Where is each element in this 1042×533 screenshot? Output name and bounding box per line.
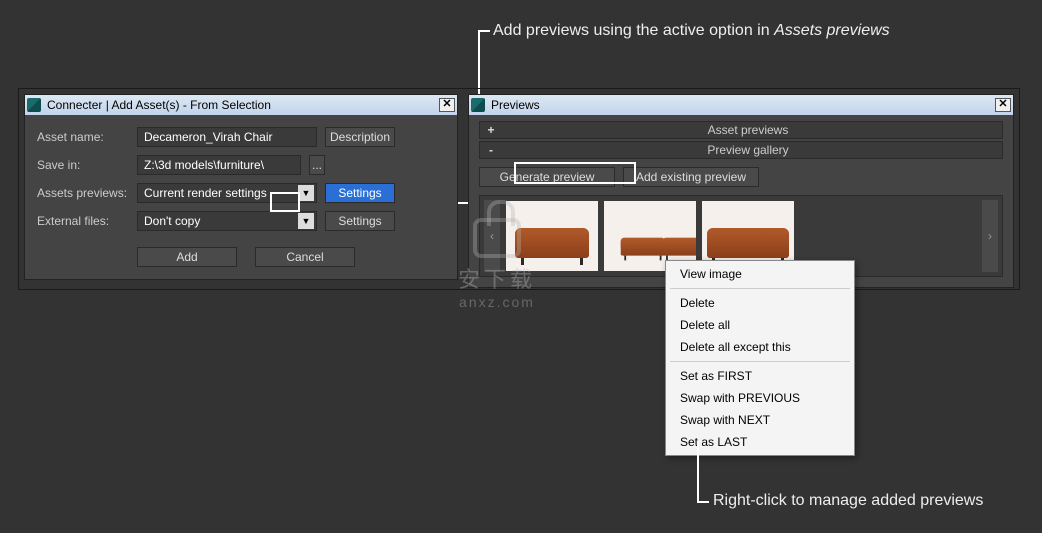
nav-left-button[interactable]: ‹ <box>484 200 500 272</box>
asset-previews-label: Asset previews <box>498 123 998 137</box>
annotation-top-text: Add previews using the active option in <box>493 22 774 39</box>
window-title-left: Connecter | Add Asset(s) - From Selectio… <box>45 98 439 112</box>
save-in-label: Save in: <box>37 158 137 172</box>
callout-line <box>697 441 699 503</box>
settings-button-blue[interactable]: Settings <box>325 183 395 203</box>
menu-view-image[interactable]: View image <box>666 263 854 285</box>
assets-previews-dropdown[interactable]: Current render settings ▼ <box>137 183 317 203</box>
window-previews: Previews ✕ + Asset previews - Preview ga… <box>468 94 1014 288</box>
annotation-top: Add previews using the active option in … <box>493 22 890 40</box>
window-add-assets: Connecter | Add Asset(s) - From Selectio… <box>24 94 458 280</box>
window-title-right: Previews <box>489 98 995 112</box>
app-icon <box>471 98 485 112</box>
menu-set-first[interactable]: Set as FIRST <box>666 365 854 387</box>
accordion-asset-previews[interactable]: + Asset previews <box>479 121 1003 139</box>
menu-delete-all[interactable]: Delete all <box>666 314 854 336</box>
menu-set-last[interactable]: Set as LAST <box>666 431 854 453</box>
annotation-bottom: Right-click to manage added previews <box>713 492 983 510</box>
annotation-top-em: Assets previews <box>774 22 890 39</box>
external-files-value: Don't copy <box>144 214 200 228</box>
preview-gallery-label: Preview gallery <box>498 143 998 157</box>
window-body-left: Asset name: Description Save in: Z:\3d m… <box>25 115 457 279</box>
save-in-value: Z:\3d models\furniture\ <box>144 158 264 172</box>
thumbnail-1[interactable] <box>506 201 598 271</box>
close-button-right[interactable]: ✕ <box>995 98 1011 112</box>
browse-button[interactable]: ... <box>309 155 325 175</box>
titlebar-left: Connecter | Add Asset(s) - From Selectio… <box>25 95 457 115</box>
titlebar-right: Previews ✕ <box>469 95 1013 115</box>
callout-line <box>478 30 490 32</box>
close-button-left[interactable]: ✕ <box>439 98 455 112</box>
context-menu: View image Delete Delete all Delete all … <box>665 260 855 456</box>
watermark-line2: anxz.com <box>458 294 536 310</box>
menu-swap-previous[interactable]: Swap with PREVIOUS <box>666 387 854 409</box>
external-files-label: External files: <box>37 214 137 228</box>
asset-name-label: Asset name: <box>37 130 137 144</box>
external-files-dropdown[interactable]: Don't copy ▼ <box>137 211 317 231</box>
menu-separator <box>670 288 850 289</box>
plus-icon: + <box>484 123 498 137</box>
menu-separator <box>670 361 850 362</box>
add-existing-preview-button[interactable]: Add existing preview <box>623 167 759 187</box>
settings-button[interactable]: Settings <box>325 211 395 231</box>
assets-previews-label: Assets previews: <box>37 186 137 200</box>
menu-delete[interactable]: Delete <box>666 292 854 314</box>
assets-previews-value: Current render settings <box>144 186 267 200</box>
nav-right-button[interactable]: › <box>982 200 998 272</box>
add-button[interactable]: Add <box>137 247 237 267</box>
callout-line <box>697 501 709 503</box>
app-icon <box>27 98 41 112</box>
chevron-down-icon: ▼ <box>298 185 314 201</box>
save-in-dropdown[interactable]: Z:\3d models\furniture\ <box>137 155 301 175</box>
minus-icon: - <box>484 143 498 157</box>
cancel-button[interactable]: Cancel <box>255 247 355 267</box>
description-button[interactable]: Description <box>325 127 395 147</box>
chevron-down-icon: ▼ <box>298 213 314 229</box>
asset-name-input[interactable] <box>137 127 317 147</box>
generate-preview-button[interactable]: Generate preview <box>479 167 615 187</box>
menu-delete-all-except[interactable]: Delete all except this <box>666 336 854 358</box>
accordion-preview-gallery[interactable]: - Preview gallery <box>479 141 1003 159</box>
menu-swap-next[interactable]: Swap with NEXT <box>666 409 854 431</box>
